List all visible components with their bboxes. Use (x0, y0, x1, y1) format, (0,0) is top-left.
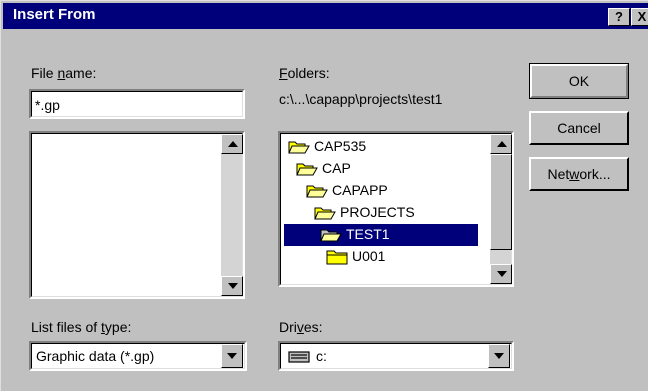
help-button[interactable]: ? (608, 8, 630, 26)
close-icon: X (637, 9, 647, 24)
file-type-value: Graphic data (*.gp) (36, 348, 155, 364)
file-list[interactable] (29, 131, 245, 299)
drive-icon (288, 351, 310, 363)
folder-item-u001[interactable]: U001 (324, 246, 466, 268)
folders-scroll-thumb[interactable] (490, 154, 512, 250)
file-list-scrollbar[interactable] (221, 134, 242, 296)
file-list-scroll-down-button[interactable] (221, 276, 243, 296)
folder-item-capapp[interactable]: CAPAPP (304, 180, 466, 202)
cancel-button[interactable]: Cancel (529, 111, 629, 145)
dialog-title: Insert From (13, 6, 96, 23)
chevron-down-icon (227, 353, 237, 359)
title-bar[interactable]: Insert From ? X (3, 3, 648, 29)
arrow-down-icon (497, 271, 507, 277)
drives-select[interactable]: c: (278, 341, 514, 371)
file-type-label: List files of type: (31, 319, 132, 335)
open-folder-icon (288, 141, 310, 154)
file-name-field[interactable] (29, 89, 245, 119)
folder-item-cap[interactable]: CAP (294, 158, 466, 180)
open-folder-selected-icon (320, 229, 342, 242)
folder-item-projects[interactable]: PROJECTS (312, 202, 466, 224)
drives-label: Drives: (279, 319, 323, 335)
arrow-up-icon (497, 141, 507, 147)
folders-scroll-up-button[interactable] (490, 134, 512, 154)
file-list-scroll-up-button[interactable] (221, 134, 243, 154)
folders-list[interactable]: CAP535 CAP CAPAPP PROJECTS TEST1 U001 (278, 131, 514, 287)
insert-from-dialog: Insert From ? X File name: Folders: c:\.… (0, 0, 648, 391)
file-type-dropdown-button[interactable] (221, 344, 243, 368)
open-folder-icon (314, 207, 336, 220)
folder-item-test1[interactable]: TEST1 (284, 224, 478, 246)
folders-label: Folders: (279, 65, 330, 81)
closed-folder-icon (326, 250, 348, 265)
help-icon: ? (615, 9, 623, 24)
file-name-label: File name: (31, 65, 97, 81)
close-button[interactable]: X (631, 8, 648, 26)
arrow-up-icon (228, 141, 238, 147)
file-name-input[interactable] (35, 96, 235, 114)
arrow-down-icon (228, 283, 238, 289)
open-folder-icon (306, 185, 328, 198)
drive-value: c: (316, 348, 327, 364)
chevron-down-icon (494, 353, 504, 359)
folder-item-cap535[interactable]: CAP535 (286, 136, 466, 158)
network-button[interactable]: Network... (529, 157, 629, 191)
ok-button[interactable]: OK (529, 63, 629, 99)
folders-scroll-down-button[interactable] (490, 264, 512, 284)
file-type-select[interactable]: Graphic data (*.gp) (29, 341, 247, 371)
drives-dropdown-button[interactable] (488, 344, 510, 368)
open-folder-icon (296, 163, 318, 176)
current-folder-path: c:\...\capapp\projects\test1 (279, 91, 443, 107)
